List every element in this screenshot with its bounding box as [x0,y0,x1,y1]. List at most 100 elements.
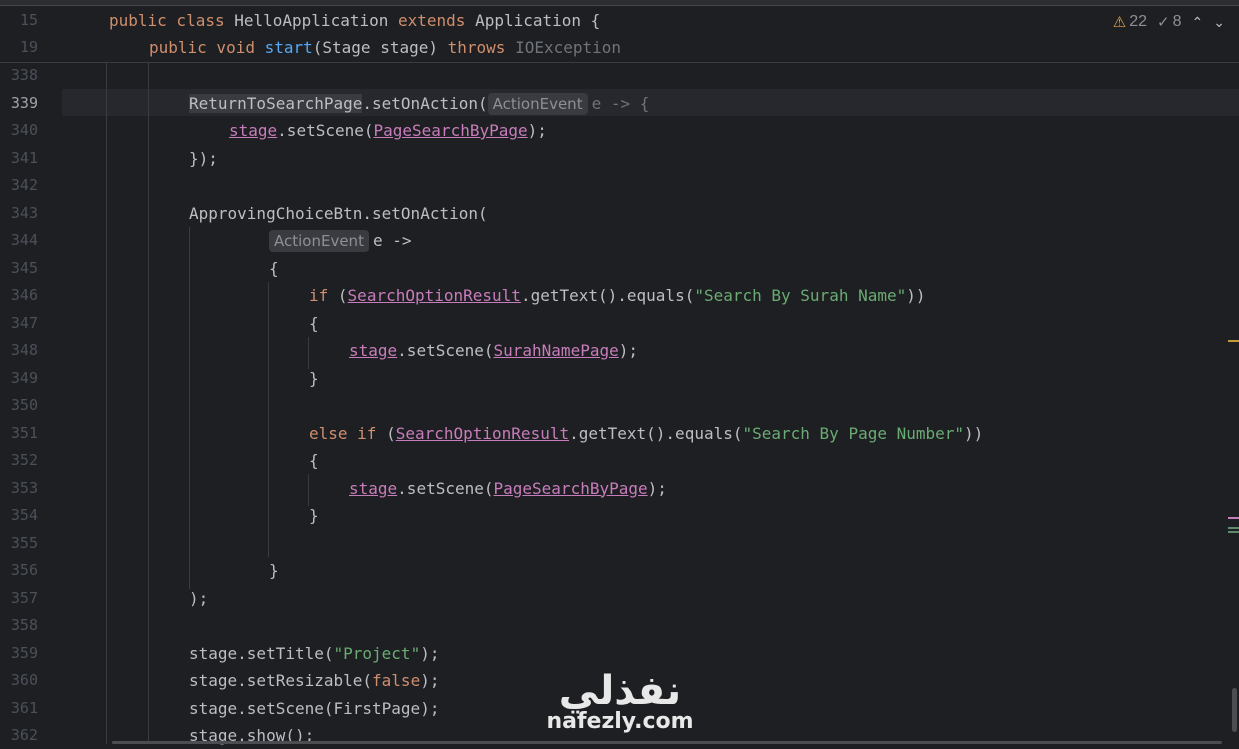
line-number[interactable]: 361 [0,695,38,722]
line-number[interactable]: 354 [0,502,38,529]
code-text[interactable]: stage.setScene(PageSearchByPage); [349,475,667,502]
scrollbar-marker[interactable] [1228,527,1239,529]
line-number[interactable]: 351 [0,420,38,447]
code-text[interactable]: { [309,447,319,474]
code-line[interactable]: 356} [0,557,1239,584]
line-number[interactable]: 346 [0,282,38,309]
line-number[interactable]: 355 [0,530,38,557]
code-text[interactable]: stage.show(); [189,722,314,749]
line-number[interactable]: 343 [0,200,38,227]
code-token: .setScene( [397,341,494,360]
line-number[interactable]: 359 [0,640,38,667]
line-number[interactable]: 339 [0,90,38,117]
code-line[interactable]: 359 stage.setTitle("Project"); [0,640,1239,667]
code-text[interactable]: stage.setScene(PageSearchByPage); [229,117,547,144]
code-token: e -> [372,231,412,250]
code-line[interactable]: 340 stage.setScene(PageSearchByPage); [0,117,1239,144]
code-line[interactable]: 354} [0,502,1239,529]
code-line[interactable]: 343 ApprovingChoiceBtn.setOnAction( [0,200,1239,227]
code-line[interactable]: 352 { [0,447,1239,474]
line-number[interactable]: 341 [0,145,38,172]
code-token: stage.setTitle( [189,643,334,663]
editor-top-border [0,0,1239,6]
code-line[interactable]: 338 [0,62,1239,89]
line-number[interactable]: 342 [0,172,38,199]
code-text[interactable]: ); [189,585,208,612]
code-token: stage.setResizable( [189,671,373,690]
code-line[interactable]: 348 stage.setScene(SurahNamePage); [0,337,1239,364]
warnings-indicator[interactable]: ⚠ 22 [1113,13,1147,31]
code-text[interactable]: ApprovingChoiceBtn.setOnAction( [189,200,488,227]
code-line[interactable]: 351 else if (SearchOptionResult.getText()… [0,420,1239,447]
code-text[interactable]: else if (SearchOptionResult.getText().eq… [309,420,983,447]
scrollbar-marker[interactable] [1228,531,1239,533]
code-text[interactable]: { [309,310,319,337]
code-text[interactable]: stage.setScene(SurahNamePage); [349,337,638,364]
code-line[interactable]: 358 [0,612,1239,639]
line-number[interactable]: 356 [0,557,38,584]
inlay-type-hint: ActionEvent [487,92,588,115]
line-number[interactable]: 350 [0,392,38,419]
code-text[interactable]: ActionEvent e -> [269,227,411,254]
code-token: "Project" [333,643,421,663]
line-number[interactable]: 340 [0,117,38,144]
code-token: start [264,38,313,57]
code-line[interactable]: 357); [0,585,1239,612]
code-text[interactable]: }); [189,145,218,172]
code-text[interactable]: } [309,365,319,392]
code-text[interactable]: } [269,557,279,584]
code-line[interactable]: 346 if (SearchOptionResult.getText().equa… [0,282,1239,309]
line-number[interactable]: 348 [0,337,38,364]
code-line[interactable]: 353 stage.setScene(PageSearchByPage); [0,475,1239,502]
line-number[interactable]: 338 [0,62,38,89]
code-text[interactable]: } [309,502,319,529]
code-text[interactable]: stage.setScene(FirstPage); [189,695,439,722]
scrollbar-warning-marker[interactable] [1228,340,1239,342]
line-number[interactable]: 362 [0,722,38,749]
line-number[interactable]: 352 [0,447,38,474]
code-token: )) [906,286,926,305]
line-number[interactable]: 349 [0,365,38,392]
code-token: if [309,286,338,305]
code-text[interactable]: public class HelloApplication extends Ap… [109,7,600,34]
code-text[interactable]: public void start(Stage stage) throws IO… [149,34,621,61]
code-line[interactable]: 339 ReturnToSearchPage.setOnAction(Action… [0,90,1239,117]
code-line[interactable]: 345 { [0,255,1239,282]
weak-warnings-indicator[interactable]: ✓ 8 [1157,13,1181,31]
code-text[interactable]: { [269,255,279,282]
line-number[interactable]: 345 [0,255,38,282]
sticky-line[interactable]: 19 public void start(Stage stage) throws … [0,34,1239,61]
sticky-line[interactable]: 15 public class HelloApplication extends … [0,7,1239,34]
code-text[interactable]: ReturnToSearchPage.setOnAction(ActionEve… [189,90,649,117]
code-line[interactable]: 344 ActionEvent e -> [0,227,1239,254]
line-number[interactable]: 357 [0,585,38,612]
inspections-widget[interactable]: ⚠ 22 ✓ 8 ⌃ ⌄ [1113,8,1225,36]
chevron-up-icon[interactable]: ⌃ [1192,14,1204,31]
code-token: } [269,561,279,580]
code-line[interactable]: 349} [0,365,1239,392]
line-number[interactable]: 347 [0,310,38,337]
code-line[interactable]: 342 [0,172,1239,199]
code-token: PageSearchByPage [373,121,528,140]
code-token: stage.setScene(FirstPage); [189,698,440,718]
code-token: extends [398,11,476,30]
code-token: ReturnToSearchPage [189,93,363,113]
code-line[interactable]: 347 { [0,310,1239,337]
vertical-scrollbar-thumb[interactable] [1232,688,1237,732]
code-line[interactable]: 341}); [0,145,1239,172]
code-line[interactable]: 350 [0,392,1239,419]
line-number[interactable]: 360 [0,667,38,694]
scrollbar-marker[interactable] [1228,517,1239,519]
code-text[interactable]: stage.setResizable(false); [189,667,439,694]
line-number[interactable]: 19 [0,34,38,61]
code-text[interactable]: stage.setTitle("Project"); [189,640,439,667]
code-text[interactable]: if (SearchOptionResult.getText().equals(… [309,282,926,309]
line-number[interactable]: 344 [0,227,38,254]
line-number[interactable]: 353 [0,475,38,502]
chevron-down-icon[interactable]: ⌄ [1213,14,1225,31]
line-number[interactable]: 358 [0,612,38,639]
line-number[interactable]: 15 [0,7,38,34]
code-line[interactable]: 355 [0,530,1239,557]
code-token: stage [349,478,398,498]
code-token: IOException [515,38,622,57]
